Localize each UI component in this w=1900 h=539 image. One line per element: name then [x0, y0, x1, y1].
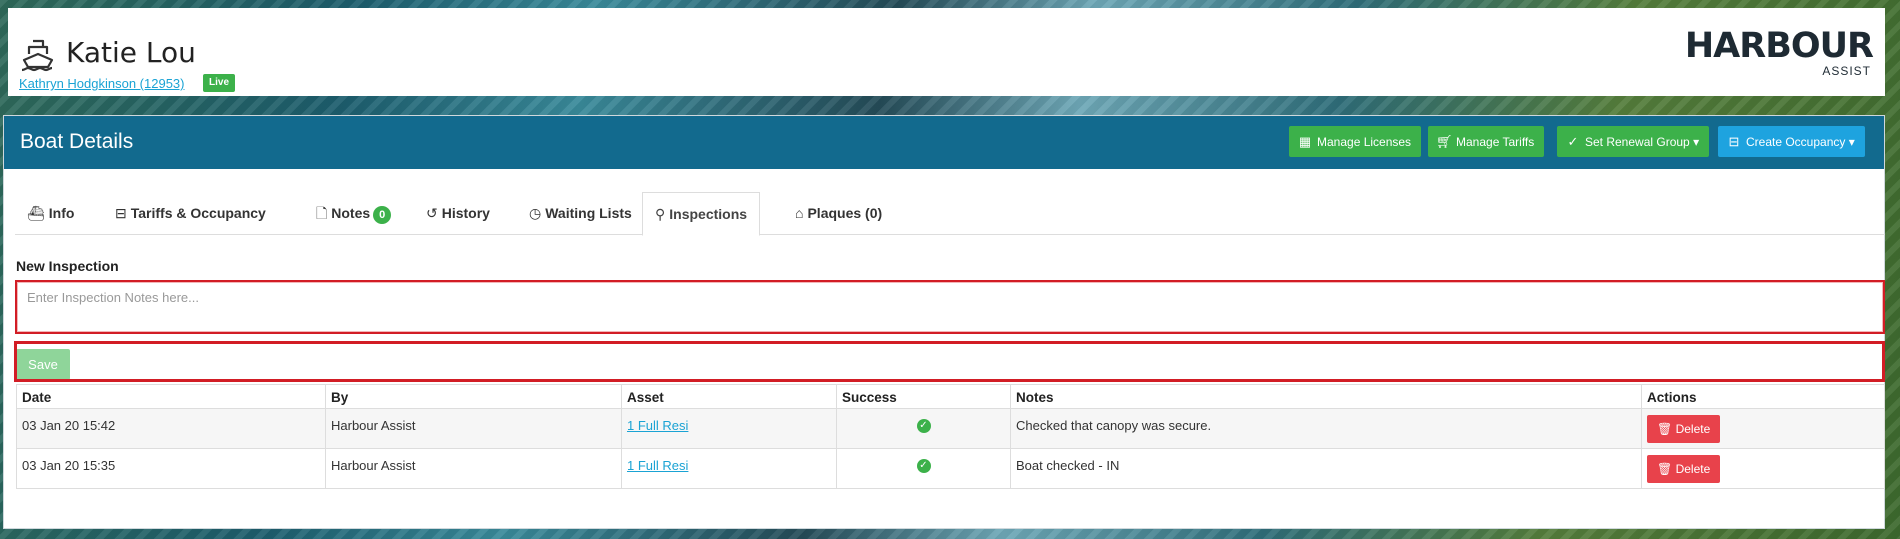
save-button[interactable]: Save	[16, 349, 70, 380]
cell-success: ✓	[836, 408, 1011, 449]
harbour-assist-logo: HARBOUR ASSIST	[1683, 26, 1874, 82]
boat-name: Katie Lou	[66, 36, 196, 69]
column-header-actions: Actions	[1641, 384, 1885, 409]
owner-link[interactable]: Kathryn Hodgkinson (12953)	[19, 76, 185, 91]
asset-link[interactable]: 1 Full Resi	[627, 458, 688, 473]
cell-date: 03 Jan 20 15:42	[16, 408, 326, 449]
bed-icon: ⊟	[115, 205, 127, 221]
notes-text: Checked that canopy was secure.	[1016, 418, 1212, 433]
notes-text: Boat checked - IN	[1016, 458, 1120, 473]
column-header-asset: Asset	[621, 384, 837, 409]
tab-waiting-lists[interactable]: ◷ Waiting Lists	[517, 192, 644, 235]
delete-label: Delete	[1675, 461, 1711, 476]
by-text: Harbour Assist	[331, 458, 416, 473]
logo-subtext: ASSIST	[1822, 64, 1871, 78]
cell-asset: 1 Full Resi	[621, 408, 837, 449]
panel-title: Boat Details	[20, 130, 134, 153]
logo-text: HARBOUR	[1684, 26, 1874, 66]
boat-details-panel: Boat Details ▦ Manage Licenses 🛒︎ Manage T…	[3, 115, 1885, 529]
tab-inspections[interactable]: ⚲ Inspections	[642, 192, 761, 236]
bed-icon: ⊟	[1728, 134, 1740, 149]
cell-actions: 🗑︎ Delete	[1641, 408, 1885, 449]
cell-success: ✓	[836, 448, 1011, 489]
manage-licenses-button[interactable]: ▦ Manage Licenses	[1289, 126, 1422, 157]
tab-label: Waiting Lists	[545, 205, 632, 221]
inspection-notes-input[interactable]	[15, 280, 1885, 334]
caret-down-icon: ▾	[1848, 135, 1855, 149]
set-renewal-group-label: Set Renewal Group	[1585, 135, 1690, 149]
cell-by: Harbour Assist	[325, 408, 622, 449]
file-icon: 🗋︎	[316, 205, 328, 221]
date-text: 03 Jan 20 15:42	[22, 418, 116, 433]
tab-bar: ⛴︎ Info ⊟ Tariffs & Occupancy 🗋︎ Notes 0 ↺ Hi…	[15, 192, 1885, 236]
panel-heading: Boat Details ▦ Manage Licenses 🛒︎ Manage T…	[4, 116, 1884, 169]
caret-down-icon: ▾	[1693, 135, 1700, 149]
cell-actions: 🗑︎ Delete	[1641, 448, 1885, 489]
delete-button[interactable]: 🗑︎ Delete	[1647, 414, 1721, 443]
tab-label: Tariffs & Occupancy	[130, 205, 266, 221]
column-header-notes: Notes	[1010, 384, 1642, 409]
cart-icon: 🛒︎	[1436, 134, 1453, 149]
tab-label: Plaques (0)	[807, 205, 883, 221]
tab-label: Notes	[331, 205, 371, 221]
column-header-success: Success	[836, 384, 1011, 409]
create-occupancy-button[interactable]: ⊟ Create Occupancy ▾	[1718, 126, 1865, 157]
tab-history[interactable]: ↺ History	[414, 192, 502, 235]
table-header-row: Date By Asset Success Notes Actions	[16, 384, 1885, 409]
cell-asset: 1 Full Resi	[621, 448, 837, 489]
delete-label: Delete	[1675, 421, 1711, 436]
trash-icon: 🗑︎	[1657, 461, 1673, 476]
set-renewal-group-button[interactable]: ✓ Set Renewal Group ▾	[1557, 126, 1710, 157]
check-circle-icon: ✓	[1567, 134, 1579, 149]
tab-plaques[interactable]: ⌂ Plaques (0)	[783, 192, 894, 235]
tab-tariffs-occupancy[interactable]: ⊟ Tariffs & Occupancy	[103, 192, 278, 235]
delete-button[interactable]: 🗑︎ Delete	[1647, 454, 1721, 483]
new-inspection-label: New Inspection	[16, 258, 119, 274]
page-header: Katie Lou Kathryn Hodgkinson (12953) Liv…	[8, 8, 1885, 96]
inspections-table: Date By Asset Success Notes Actions 03 J…	[16, 384, 1885, 489]
tag-icon: ⌂	[795, 205, 804, 221]
column-header-date: Date	[16, 384, 326, 409]
tab-label: History	[441, 205, 490, 221]
table-icon: ▦	[1298, 134, 1312, 149]
manage-tariffs-label: Manage Tariffs	[1456, 135, 1535, 149]
search-icon: ⚲	[655, 206, 666, 222]
success-check-icon: ✓	[916, 459, 931, 473]
tab-label: Info	[48, 205, 75, 221]
cell-by: Harbour Assist	[325, 448, 622, 489]
cell-notes: Boat checked - IN	[1010, 448, 1642, 489]
clock-icon: ◷	[529, 205, 542, 221]
cell-date: 03 Jan 20 15:35	[16, 448, 326, 489]
history-icon: ↺	[426, 205, 438, 221]
status-badge: Live	[203, 74, 236, 92]
cell-notes: Checked that canopy was secure.	[1010, 408, 1642, 449]
date-text: 03 Jan 20 15:35	[22, 458, 116, 473]
column-header-by: By	[325, 384, 622, 409]
by-text: Harbour Assist	[331, 418, 416, 433]
tab-label: Inspections	[669, 206, 748, 222]
table-row: 03 Jan 20 15:42 Harbour Assist 1 Full Re…	[16, 408, 1885, 449]
tab-notes[interactable]: 🗋︎ Notes 0	[304, 192, 403, 235]
success-check-icon: ✓	[916, 419, 931, 433]
notes-count-badge: 0	[373, 206, 392, 224]
create-occupancy-label: Create Occupancy	[1746, 135, 1846, 149]
tab-info[interactable]: ⛴︎ Info	[15, 192, 86, 235]
table-row: 03 Jan 20 15:35 Harbour Assist 1 Full Re…	[16, 448, 1885, 489]
boat-icon	[21, 39, 54, 72]
manage-tariffs-button[interactable]: 🛒︎ Manage Tariffs	[1428, 126, 1545, 157]
manage-licenses-label: Manage Licenses	[1317, 135, 1412, 149]
boat-icon: ⛴︎	[27, 205, 45, 221]
trash-icon: 🗑︎	[1657, 421, 1673, 436]
asset-link[interactable]: 1 Full Resi	[627, 418, 688, 433]
